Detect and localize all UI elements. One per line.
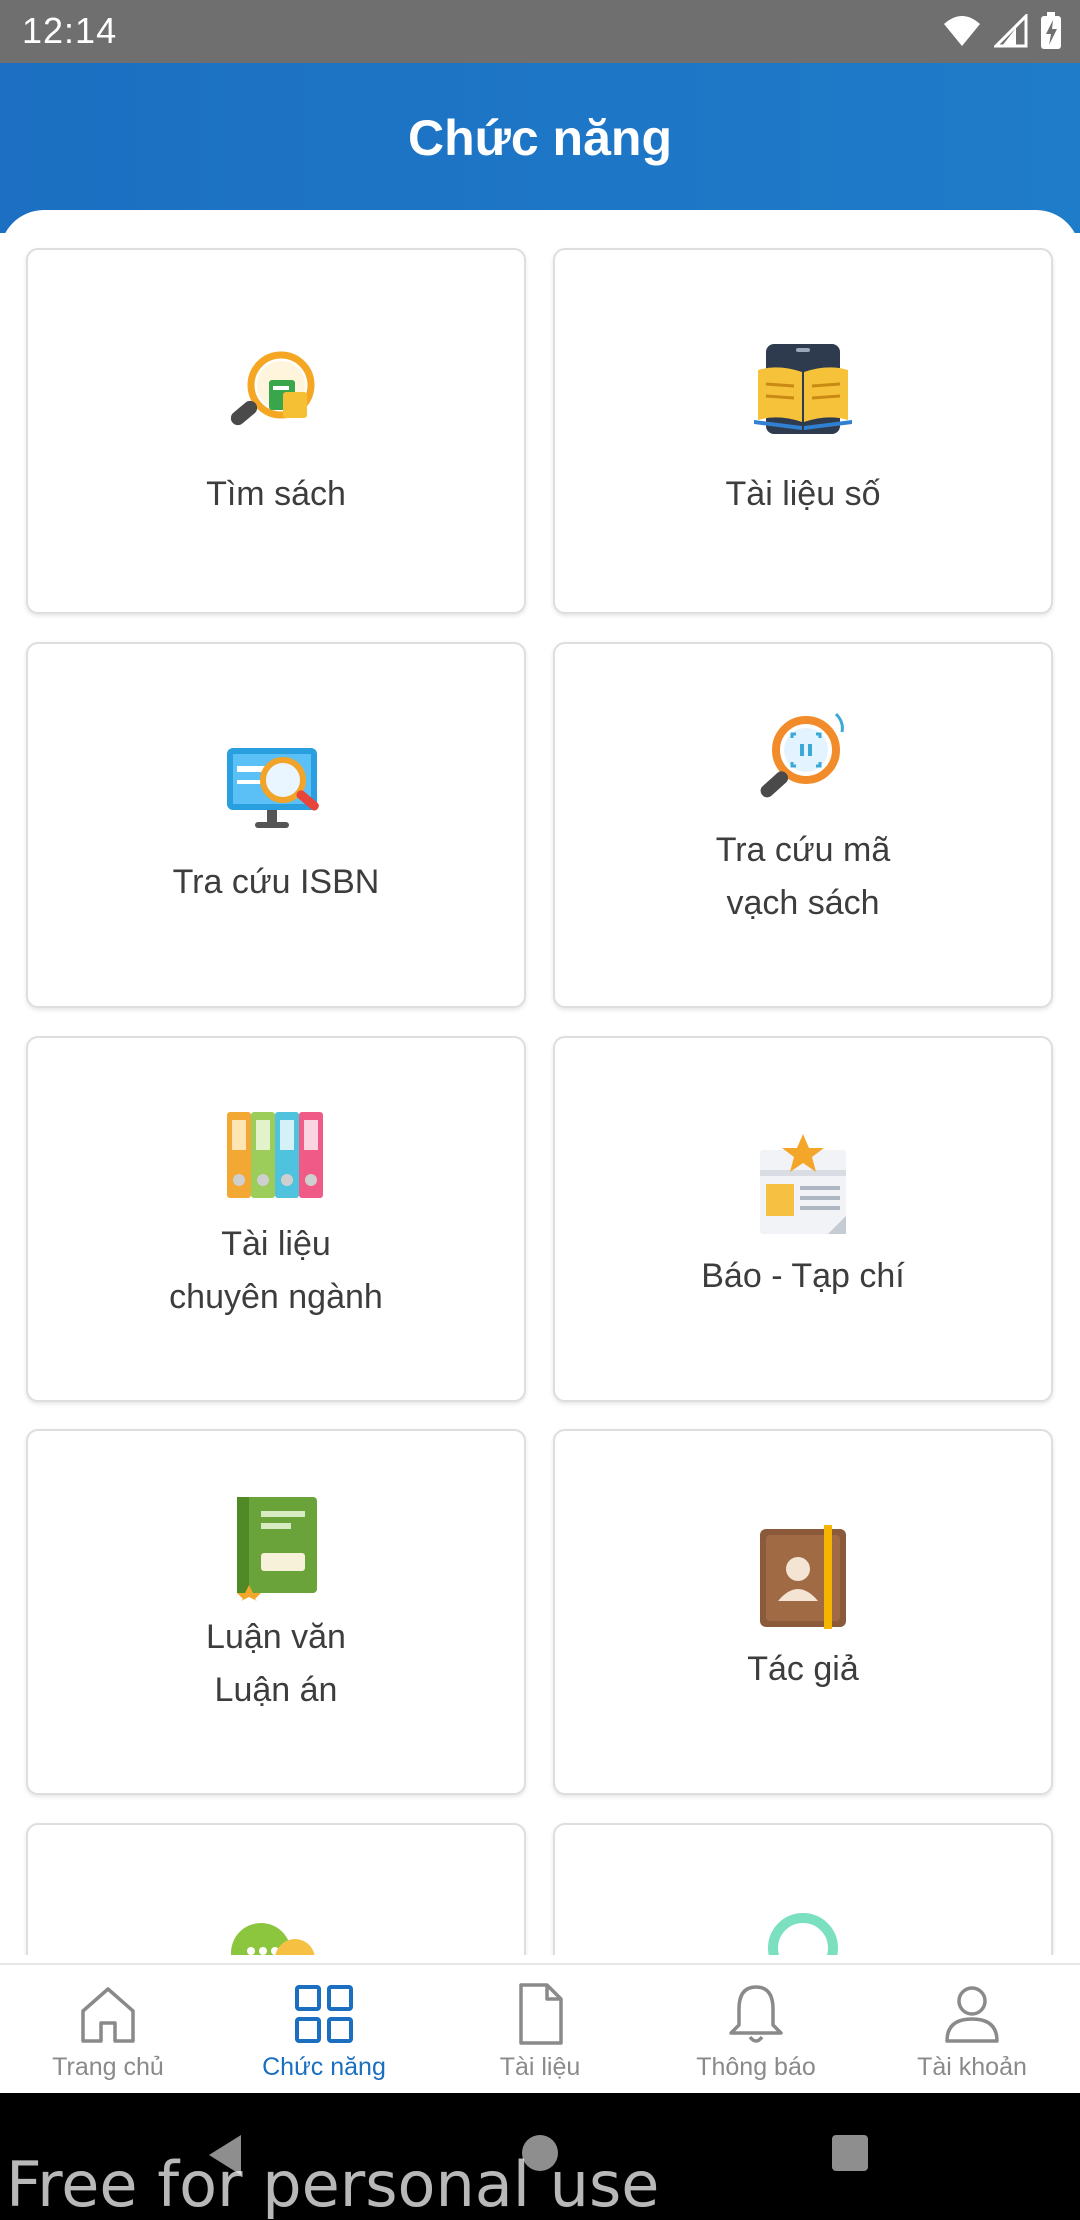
card-tra-cuu-isbn[interactable]: Tra cứu ISBN: [26, 642, 526, 1008]
status-icons: [942, 12, 1062, 50]
home-icon: [81, 1987, 135, 2043]
card-label: Tra cứu mã vạch sách: [715, 831, 891, 922]
nav-label: Chức năng: [262, 2053, 386, 2081]
isbn-lookup-icon: [227, 748, 319, 828]
nav-thong-bao[interactable]: Thông báo: [648, 1965, 864, 2095]
status-time: 12:14: [22, 10, 118, 51]
signal-icon: [994, 14, 1028, 48]
nav-label: Thông báo: [696, 2053, 816, 2081]
nav-tai-lieu[interactable]: Tài liệu: [432, 1965, 648, 2095]
nav-label: Tài liệu: [499, 2053, 581, 2081]
card-label: Tìm sách: [206, 475, 346, 513]
watermark-text: Free for personal use: [6, 2148, 660, 2220]
card-label: Báo - Tạp chí: [701, 1257, 905, 1295]
card-label: Tài liệu số: [725, 475, 881, 513]
card-partial-right[interactable]: [553, 1823, 1053, 1955]
card-label: Tài liệu chuyên ngành: [169, 1225, 383, 1316]
nav-chuc-nang[interactable]: Chức năng: [216, 1965, 432, 2095]
barcode-lookup-icon: [760, 712, 844, 798]
binders-icon: [227, 1112, 323, 1198]
app-screen: 12:14 Chức năng Tìm sách Tài liệu số Tra…: [0, 0, 1080, 2220]
card-tim-sach[interactable]: Tìm sách: [26, 248, 526, 614]
search-books-icon: [230, 351, 315, 426]
card-tac-gia[interactable]: Tác giả: [553, 1429, 1053, 1795]
document-icon: [519, 1983, 563, 2045]
digital-document-icon: [754, 344, 852, 434]
nav-trang-chu[interactable]: Trang chủ: [0, 1965, 216, 2095]
card-tai-lieu-so[interactable]: Tài liệu số: [553, 248, 1053, 614]
newspaper-icon: [760, 1134, 846, 1234]
page-title: Chức năng: [408, 110, 672, 166]
card-tai-lieu-chuyen-nganh[interactable]: Tài liệu chuyên ngành: [26, 1036, 526, 1402]
header-bar: Chức năng: [0, 63, 1080, 233]
grid-icon: [295, 1985, 353, 2043]
nav-tai-khoan[interactable]: Tài khoản: [864, 1965, 1080, 2095]
thesis-book-icon: [237, 1497, 317, 1601]
card-label: Tác giả: [747, 1650, 859, 1688]
card-partial-left[interactable]: [26, 1823, 526, 1955]
bell-icon: [729, 1985, 783, 2043]
ring-icon: [768, 1913, 838, 1955]
battery-charging-icon: [1041, 12, 1061, 49]
card-luan-van[interactable]: Luận văn Luận án: [26, 1429, 526, 1795]
card-tra-cuu-ma-vach[interactable]: Tra cứu mã vạch sách: [553, 642, 1053, 1008]
bottom-navigation: Trang chủ Chức năng Tài liệu Thông báo T…: [0, 1963, 1080, 2093]
status-bar: 12:14: [0, 0, 1080, 63]
nav-label: Trang chủ: [52, 2053, 164, 2081]
user-icon: [945, 1986, 999, 2043]
function-grid: Tìm sách Tài liệu số Tra cứu ISBN Tra cứ…: [0, 210, 1080, 1955]
nav-label: Tài khoản: [917, 2053, 1027, 2081]
chat-icon: [231, 1923, 315, 1955]
card-label: Tra cứu ISBN: [172, 863, 380, 901]
author-book-icon: [760, 1525, 846, 1629]
recents-icon[interactable]: [830, 2133, 870, 2173]
card-label: Luận văn Luận án: [206, 1618, 346, 1709]
wifi-icon: [944, 16, 980, 46]
card-bao-tap-chi[interactable]: Báo - Tạp chí: [553, 1036, 1053, 1402]
